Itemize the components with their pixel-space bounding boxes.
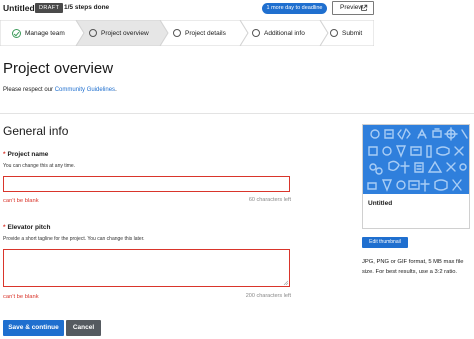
section-divider [0,113,474,114]
thumbnail-title: Untitled [368,200,393,207]
step-label: Project overview [101,29,149,37]
step-label: Additional info [264,29,305,37]
community-guidelines-link[interactable]: Community Guidelines [55,87,115,93]
thumbnail-image [363,125,469,194]
step-project-details[interactable]: Project details [173,20,226,46]
project-name-label: * Project name [3,151,48,158]
circle-icon [252,29,260,37]
elevator-pitch-label-text: Elevator pitch [7,224,51,231]
guideline-suffix: . [115,87,117,93]
deadline-badge: 1 more day to deadline [262,3,327,14]
guideline-text: Please respect our Community Guidelines. [3,87,117,93]
project-name-error: can't be blank [3,198,39,204]
status-badge: DRAFT [35,3,64,13]
project-name-heading: Untitled [3,3,35,13]
circle-icon [89,29,97,37]
section-title: General info [3,124,69,138]
elevator-pitch-help: Provide a short tagline for the project.… [3,236,145,242]
project-name-input[interactable] [3,176,290,192]
circle-icon [330,29,338,37]
step-label: Submit [342,29,363,37]
elevator-pitch-error: can't be blank [3,294,39,300]
elevator-pitch-label: * Elevator pitch [3,224,51,231]
guideline-prefix: Please respect our [3,87,55,93]
preview-button[interactable]: Preview [332,1,374,15]
step-additional-info[interactable]: Additional info [252,20,305,46]
step-project-overview[interactable]: Project overview [89,20,149,46]
circle-icon [173,29,181,37]
project-name-label-text: Project name [7,151,49,158]
project-name-help: You can change this at any time. [3,163,76,169]
edit-thumbnail-button[interactable]: Edit thumbnail [362,237,408,248]
thumbnail-illustration [367,127,468,192]
elevator-pitch-counter: 200 characters left [245,293,291,299]
top-bar: Untitled DRAFT 1/5 steps done 1 more day… [0,0,474,17]
progress-text: 1/5 steps done [64,4,110,11]
required-mark: * [3,151,6,158]
external-link-icon [361,4,368,11]
thumbnail-card: Untitled [362,124,470,229]
step-label: Manage team [25,29,65,37]
step-label: Project details [185,29,226,37]
resize-handle-icon[interactable] [283,280,288,285]
save-continue-button[interactable]: Save & continue [3,320,64,336]
check-circle-icon [12,28,21,38]
elevator-pitch-textarea[interactable] [3,249,290,287]
project-name-counter: 60 characters left [248,197,291,203]
page-title: Project overview [3,60,114,77]
step-manage-team[interactable]: Manage team [12,20,65,46]
cancel-button[interactable]: Cancel [66,320,101,336]
thumbnail-help-text: JPG, PNG or GIF format, 5 MB max file si… [362,259,464,275]
required-mark: * [3,224,6,231]
progress-stepper: Manage team Project overview Project det… [0,20,374,46]
step-submit[interactable]: Submit [330,20,362,46]
